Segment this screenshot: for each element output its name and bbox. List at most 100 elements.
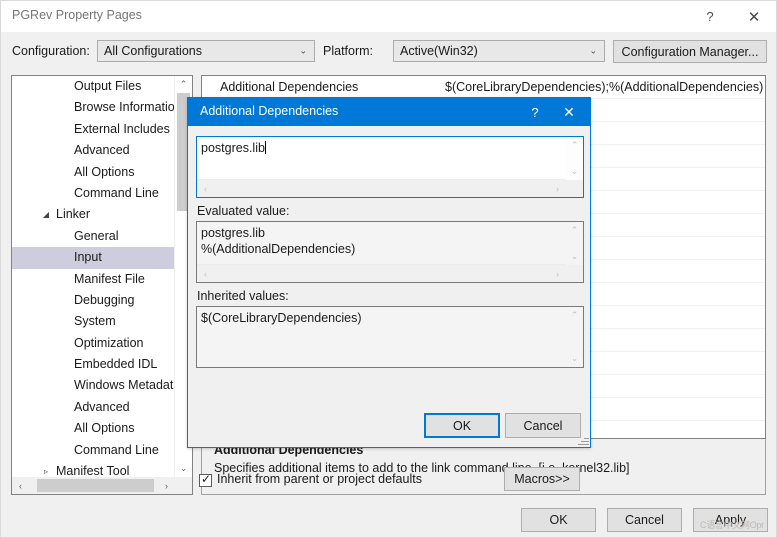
dependencies-input-vscrollbar[interactable]: ⌃ ⌄	[566, 137, 583, 180]
sidebar-item-linker[interactable]: ◢ Linker	[12, 204, 175, 225]
configuration-manager-button[interactable]: Configuration Manager...	[613, 40, 767, 63]
property-value[interactable]: $(CoreLibraryDependencies);%(AdditionalD…	[445, 76, 763, 98]
property-grid-splitter[interactable]	[765, 76, 766, 438]
platform-select[interactable]: Active(Win32) ⌄	[393, 40, 605, 62]
evaluated-hscrollbar[interactable]: ‹ ›	[197, 264, 566, 282]
resize-grip-icon[interactable]	[577, 434, 589, 446]
sidebar-item-debugging[interactable]: Debugging	[12, 290, 175, 311]
chevron-down-icon: ⌄	[299, 45, 307, 56]
sidebar-item-general[interactable]: General	[12, 226, 175, 247]
apply-button[interactable]: Apply	[693, 508, 768, 532]
sidebar-item-input[interactable]: Input	[12, 247, 175, 269]
platform-select-value: Active(Win32)	[400, 44, 478, 58]
sidebar-item-embedded-idl[interactable]: Embedded IDL	[12, 354, 175, 375]
evaluated-value-text: postgres.lib %(AdditionalDependencies)	[201, 226, 356, 256]
collapsed-arrow-icon[interactable]: ▹	[40, 461, 52, 477]
sidebar-item-optimization[interactable]: Optimization	[12, 333, 175, 354]
sidebar-item-label: Manifest File	[74, 271, 145, 286]
dialog-title: Additional Dependencies	[200, 104, 339, 118]
window-title: PGRev Property Pages	[12, 8, 142, 22]
evaluated-scroll-corner	[566, 265, 583, 282]
evaluated-vscrollbar[interactable]: ⌃ ⌄	[566, 222, 583, 265]
sidebar-item-label: Debugging	[74, 292, 135, 307]
scroll-right-icon[interactable]: ›	[549, 265, 566, 282]
ok-button[interactable]: OK	[521, 508, 596, 532]
additional-dependencies-dialog: Additional Dependencies ? ✕ postgres.lib…	[187, 97, 591, 491]
configuration-bar: Configuration: All Configurations ⌄ Plat…	[1, 32, 776, 72]
configuration-select-value: All Configurations	[104, 44, 202, 58]
tree-hscroll-thumb[interactable]	[37, 479, 154, 492]
sidebar-item-label: External Includes	[74, 121, 170, 136]
dialog-help-icon[interactable]: ?	[520, 98, 550, 126]
scroll-right-icon[interactable]: ›	[158, 477, 175, 494]
dependencies-input[interactable]: postgres.lib ⌃ ⌄ ‹ ›	[196, 136, 584, 198]
configuration-select[interactable]: All Configurations ⌄	[97, 40, 315, 62]
property-pages-window: PGRev Property Pages ? ✕ Configuration: …	[0, 0, 777, 538]
sidebar-item-windows-metadata[interactable]: Windows Metadata	[12, 375, 175, 396]
sidebar-item-advanced[interactable]: Advanced	[12, 397, 175, 418]
dialog-cancel-button[interactable]: Cancel	[505, 413, 581, 438]
sidebar-item-output-files[interactable]: Output Files	[12, 76, 175, 97]
tree-horizontal-scrollbar[interactable]: ‹ ›	[12, 477, 175, 494]
sidebar-item-label: Browse Information	[74, 100, 175, 115]
settings-tree-pane: Output Files Browse Information External I…	[11, 75, 193, 495]
sidebar-item-command-line[interactable]: Command Line	[12, 183, 175, 204]
sidebar-item-command-line[interactable]: Command Line	[12, 440, 175, 461]
close-icon[interactable]: ✕	[732, 1, 776, 32]
property-name: Additional Dependencies	[220, 80, 359, 94]
sidebar-item-label: Input	[74, 250, 102, 265]
sidebar-item-label: Embedded IDL	[74, 357, 158, 372]
inherit-defaults-checkbox[interactable]: ✓	[199, 472, 212, 487]
dialog-close-icon[interactable]: ✕	[554, 98, 584, 126]
sidebar-item-manifest-file[interactable]: Manifest File	[12, 269, 175, 290]
sidebar-item-label: Command Line	[74, 442, 159, 457]
property-row[interactable]: Additional Dependencies $(CoreLibraryDepe…	[202, 76, 765, 99]
scroll-up-icon[interactable]: ⌃	[566, 307, 583, 324]
configuration-label: Configuration:	[12, 44, 90, 58]
scroll-left-icon[interactable]: ‹	[12, 477, 29, 494]
window-titlebar: PGRev Property Pages ? ✕	[1, 1, 776, 32]
sidebar-item-browse-information[interactable]: Browse Information	[12, 97, 175, 118]
scroll-right-icon[interactable]: ›	[549, 180, 566, 197]
inherited-values-label: Inherited values:	[197, 289, 289, 303]
macros-button[interactable]: Macros>>	[504, 467, 580, 491]
sidebar-item-label: Advanced	[74, 399, 130, 414]
scroll-up-icon[interactable]: ⌃	[566, 222, 583, 239]
scroll-down-icon[interactable]: ⌄	[566, 163, 583, 180]
evaluated-value-box: postgres.lib %(AdditionalDependencies) ⌃…	[196, 221, 584, 283]
sidebar-item-all-options[interactable]: All Options	[12, 162, 175, 183]
inherited-values-text: $(CoreLibraryDependencies)	[201, 311, 362, 325]
sidebar-item-external-includes[interactable]: External Includes	[12, 119, 175, 140]
scroll-down-icon[interactable]: ⌄	[175, 460, 192, 477]
tree-scroll-corner	[175, 477, 192, 494]
sidebar-item-all-options[interactable]: All Options	[12, 418, 175, 439]
scroll-up-icon[interactable]: ⌃	[566, 137, 583, 154]
scroll-up-icon[interactable]: ⌃	[175, 76, 192, 93]
scroll-left-icon[interactable]: ‹	[197, 265, 214, 282]
dependencies-input-value: postgres.lib	[201, 141, 266, 155]
sidebar-item-label: Command Line	[74, 185, 159, 200]
sidebar-item-label: Output Files	[74, 79, 142, 93]
inherit-defaults-label[interactable]: Inherit from parent or project defaults	[217, 472, 422, 486]
expanded-arrow-icon[interactable]: ◢	[40, 204, 52, 225]
chevron-down-icon: ⌄	[589, 45, 597, 56]
sidebar-item-manifest-tool[interactable]: ▹ Manifest Tool	[12, 461, 175, 477]
settings-tree[interactable]: Output Files Browse Information External I…	[12, 76, 175, 477]
help-icon[interactable]: ?	[688, 1, 732, 32]
text-caret	[264, 141, 266, 154]
dialog-ok-button[interactable]: OK	[424, 413, 500, 438]
scroll-down-icon[interactable]: ⌄	[566, 350, 583, 367]
scroll-left-icon[interactable]: ‹	[197, 180, 214, 197]
sidebar-item-system[interactable]: System	[12, 311, 175, 332]
sidebar-item-label: Windows Metadata	[74, 378, 175, 393]
inherited-values-box: $(CoreLibraryDependencies) ⌃ ⌄	[196, 306, 584, 368]
sidebar-item-label: All Options	[74, 164, 135, 179]
scroll-down-icon[interactable]: ⌄	[566, 248, 583, 265]
inherited-vscrollbar[interactable]: ⌃ ⌄	[566, 307, 583, 367]
cancel-button[interactable]: Cancel	[607, 508, 682, 532]
sidebar-item-advanced[interactable]: Advanced	[12, 140, 175, 161]
evaluated-value-label: Evaluated value:	[197, 204, 290, 218]
sidebar-item-label: System	[74, 314, 116, 329]
dependencies-input-hscrollbar[interactable]: ‹ ›	[197, 179, 566, 197]
sidebar-item-label: All Options	[74, 421, 135, 436]
